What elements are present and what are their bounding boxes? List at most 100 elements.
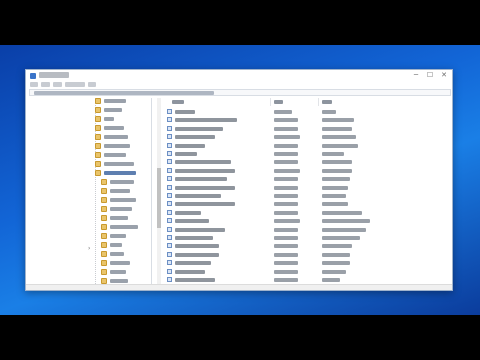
tree-item-label [110,207,132,211]
value-type [274,135,300,140]
folder-icon [101,179,107,185]
value-data [322,278,340,282]
tree-item-label [104,99,126,103]
table-row[interactable] [164,259,452,267]
registry-value-icon [167,277,172,282]
value-type [274,269,298,274]
table-row[interactable] [164,175,452,183]
value-name [175,194,221,198]
column-header-data[interactable] [322,100,332,104]
table-row[interactable] [164,192,452,200]
folder-icon [101,269,107,275]
value-name [175,202,235,207]
tree-item-label [110,225,138,229]
table-row[interactable] [164,226,452,234]
folder-icon [101,224,107,230]
status-bar [26,284,452,290]
table-row[interactable] [164,217,452,225]
table-row[interactable] [164,133,452,141]
table-row[interactable] [164,184,452,192]
table-row[interactable] [164,158,452,166]
value-name [175,227,225,232]
column-header-type[interactable] [274,100,283,104]
value-data [322,152,344,156]
key-tree-pane[interactable]: › [29,98,152,284]
folder-icon [95,170,101,176]
value-data [322,118,354,123]
registry-value-icon [167,176,172,182]
chevron-right-icon[interactable]: › [88,246,93,252]
registry-value-icon [167,226,172,232]
value-name [175,219,209,224]
menu-item[interactable] [53,82,62,87]
value-data [322,194,346,198]
registry-value-icon [167,134,172,140]
tree-item-label [110,234,126,238]
table-row[interactable] [164,150,452,158]
folder-icon [101,206,107,212]
address-bar[interactable] [29,89,451,96]
tree-item-label [110,189,130,193]
folder-icon [95,152,101,158]
close-icon[interactable]: ✕ [438,71,450,80]
value-data [322,252,350,257]
table-row[interactable] [164,108,452,116]
folder-icon [95,116,101,122]
tree-item-label [110,279,128,283]
table-row[interactable] [164,200,452,208]
table-row[interactable] [164,142,452,150]
value-data [322,244,352,249]
value-data [322,135,356,140]
value-type [274,143,298,148]
registry-value-icon [167,125,172,131]
folder-icon [95,143,101,149]
address-path [34,91,214,95]
tree-item-label [110,198,136,202]
menu-item[interactable] [88,82,96,87]
value-type [274,244,298,249]
tree-scroll-thumb[interactable] [157,168,161,228]
value-type [274,110,292,114]
registry-value-icon [167,109,172,114]
registry-editor-icon [30,73,36,79]
registry-editor-window: ─ ☐ ✕ › [25,69,453,291]
value-data [322,261,350,266]
table-row[interactable] [164,251,452,259]
folder-icon [101,215,107,221]
table-row[interactable] [164,209,452,217]
tree-item-label [110,216,128,220]
table-row[interactable] [164,116,452,124]
value-type [274,278,298,282]
minimize-icon[interactable]: ─ [410,71,422,80]
video-frame: ─ ☐ ✕ › [0,0,480,360]
menu-item[interactable] [41,82,50,87]
table-row[interactable] [164,125,452,133]
table-row[interactable] [164,276,452,284]
title-bar[interactable]: ─ ☐ ✕ [26,70,452,81]
table-row[interactable] [164,268,452,276]
value-type [274,126,298,131]
column-header-name[interactable] [172,100,184,104]
folder-icon [101,251,107,257]
menu-item[interactable] [30,82,38,87]
tree-item-label [104,135,128,139]
value-data [322,160,352,165]
table-row[interactable] [164,167,452,175]
menu-item[interactable] [65,82,85,87]
value-name [175,110,195,114]
value-type [274,194,298,198]
value-type [274,261,298,266]
values-list-pane[interactable] [164,98,452,284]
registry-value-icon [167,142,172,148]
folder-icon [101,260,107,266]
column-divider[interactable] [318,98,319,106]
table-row[interactable] [164,234,452,242]
maximize-icon[interactable]: ☐ [424,71,436,80]
value-data [322,202,348,207]
table-row[interactable] [164,242,452,250]
value-data [322,210,362,215]
column-divider[interactable] [270,98,271,106]
tree-item-label [104,117,114,121]
registry-value-icon [167,218,172,224]
tree-scrollbar[interactable] [157,98,161,284]
